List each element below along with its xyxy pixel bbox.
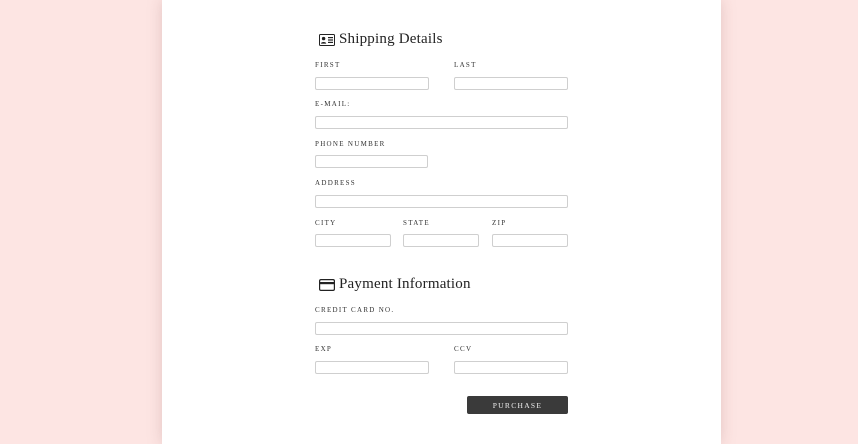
zip-input[interactable] — [492, 234, 568, 247]
ccv-input[interactable] — [454, 361, 568, 374]
payment-information-heading: Payment Information — [319, 276, 471, 293]
credit-card-input[interactable] — [315, 322, 568, 335]
last-name-input[interactable] — [454, 77, 568, 90]
id-card-icon — [319, 33, 335, 46]
purchase-button[interactable]: PURCHASE — [467, 396, 568, 414]
zip-label: ZIP — [492, 219, 507, 227]
phone-number-label: PHONE NUMBER — [315, 140, 386, 148]
email-input[interactable] — [315, 116, 568, 129]
credit-card-label: CREDIT CARD NO. — [315, 306, 395, 314]
city-input[interactable] — [315, 234, 391, 247]
payment-information-title: Payment Information — [339, 276, 471, 292]
ccv-label: CCV — [454, 345, 473, 353]
email-label: E-MAIL: — [315, 100, 351, 108]
shipping-details-heading: Shipping Details — [319, 31, 443, 48]
address-input[interactable] — [315, 195, 568, 208]
address-label: ADDRESS — [315, 179, 356, 187]
phone-number-input[interactable] — [315, 155, 428, 168]
last-name-label: LAST — [454, 61, 477, 69]
state-input[interactable] — [403, 234, 479, 247]
first-name-label: FIRST — [315, 61, 341, 69]
exp-label: EXP — [315, 345, 333, 353]
state-label: STATE — [403, 219, 430, 227]
shipping-details-title: Shipping Details — [339, 31, 443, 47]
city-label: CITY — [315, 219, 337, 227]
credit-card-icon — [319, 278, 335, 291]
exp-input[interactable] — [315, 361, 429, 374]
checkout-card: Shipping Details FIRST LAST E-MAIL: PHON… — [162, 0, 721, 444]
first-name-input[interactable] — [315, 77, 429, 90]
